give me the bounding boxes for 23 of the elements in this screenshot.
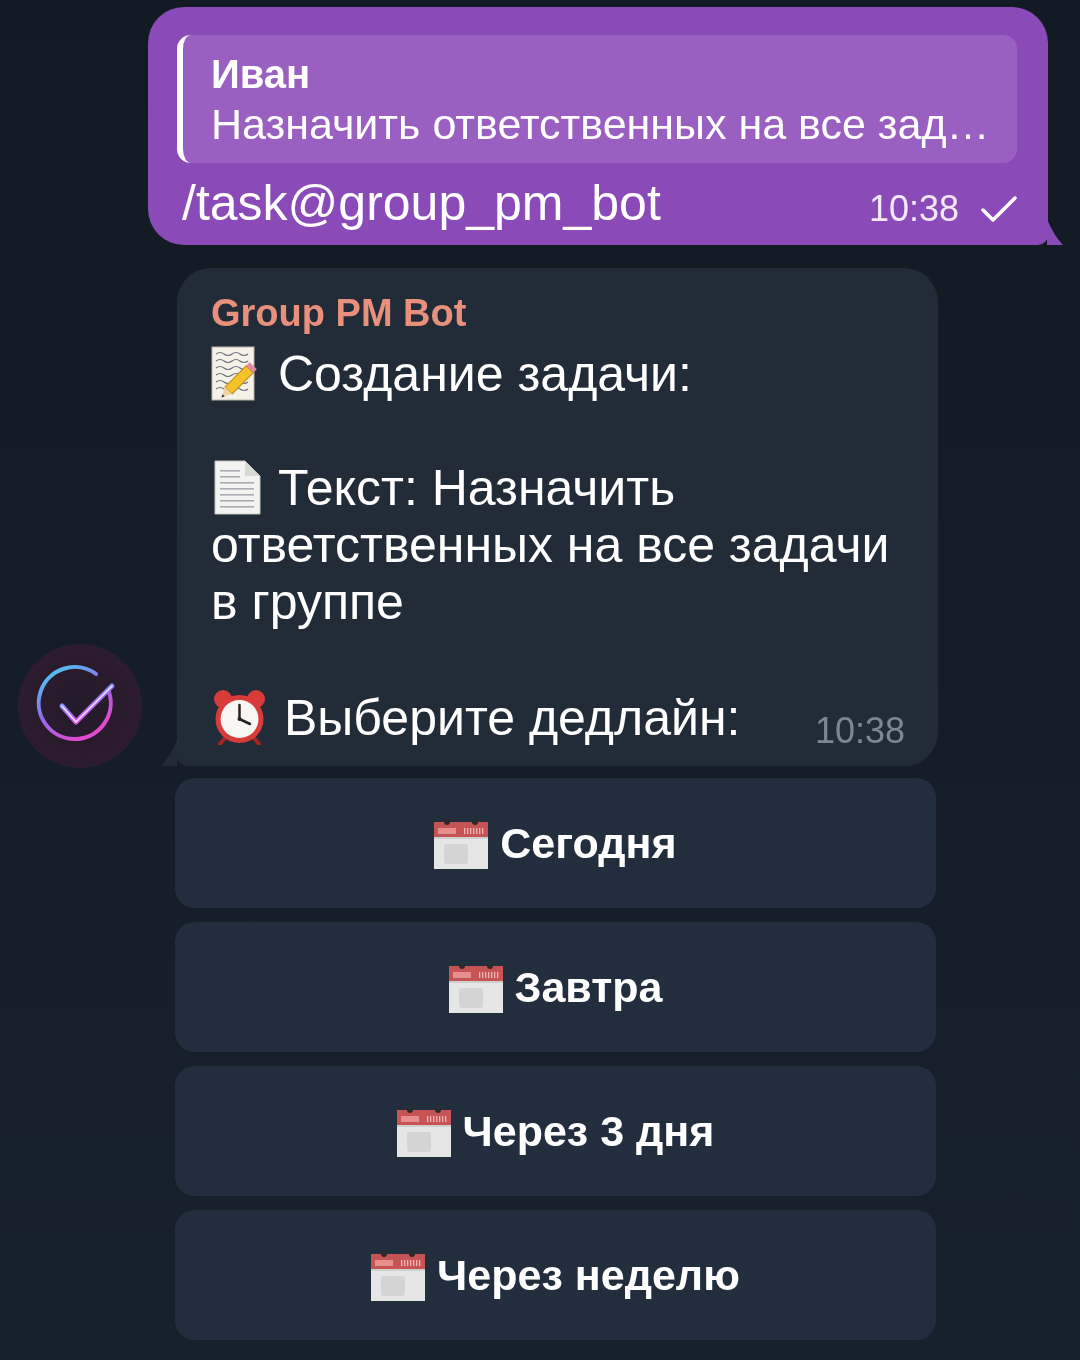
message-text: Текст: Назначить [278,460,676,516]
calendar-icon [448,961,503,1013]
calendar-icon [396,1105,451,1157]
reply-text: Назначить ответственных на все зад… [211,99,990,149]
check-avatar-icon [18,644,142,768]
document-icon [211,460,262,515]
sender-name: Group PM Bot [211,291,467,336]
message-text: Выберите дедлайн: [284,690,741,746]
keyboard-button[interactable]: Сегодня [175,778,936,908]
calendar-icon [371,1249,426,1301]
reply-quote[interactable]: Иван Назначить ответственных на все зад… [177,35,1017,163]
keyboard-button[interactable]: Через 3 дня [175,1066,936,1196]
message-time: 10:38 [814,711,905,751]
keyboard-button[interactable]: Через неделю [175,1210,936,1340]
keyboard-button[interactable]: Завтра [175,922,936,1052]
message-text: в группе [211,574,404,630]
message-text: Создание задачи: [278,346,692,402]
alarm-clock-icon [211,688,268,745]
calendar-icon [434,817,489,869]
reply-author: Иван [211,51,311,98]
message-time: 10:38 [868,189,959,229]
message-text: /task@group_pm_bot [182,175,661,231]
message-text: ответственных на все задачи [211,517,890,573]
